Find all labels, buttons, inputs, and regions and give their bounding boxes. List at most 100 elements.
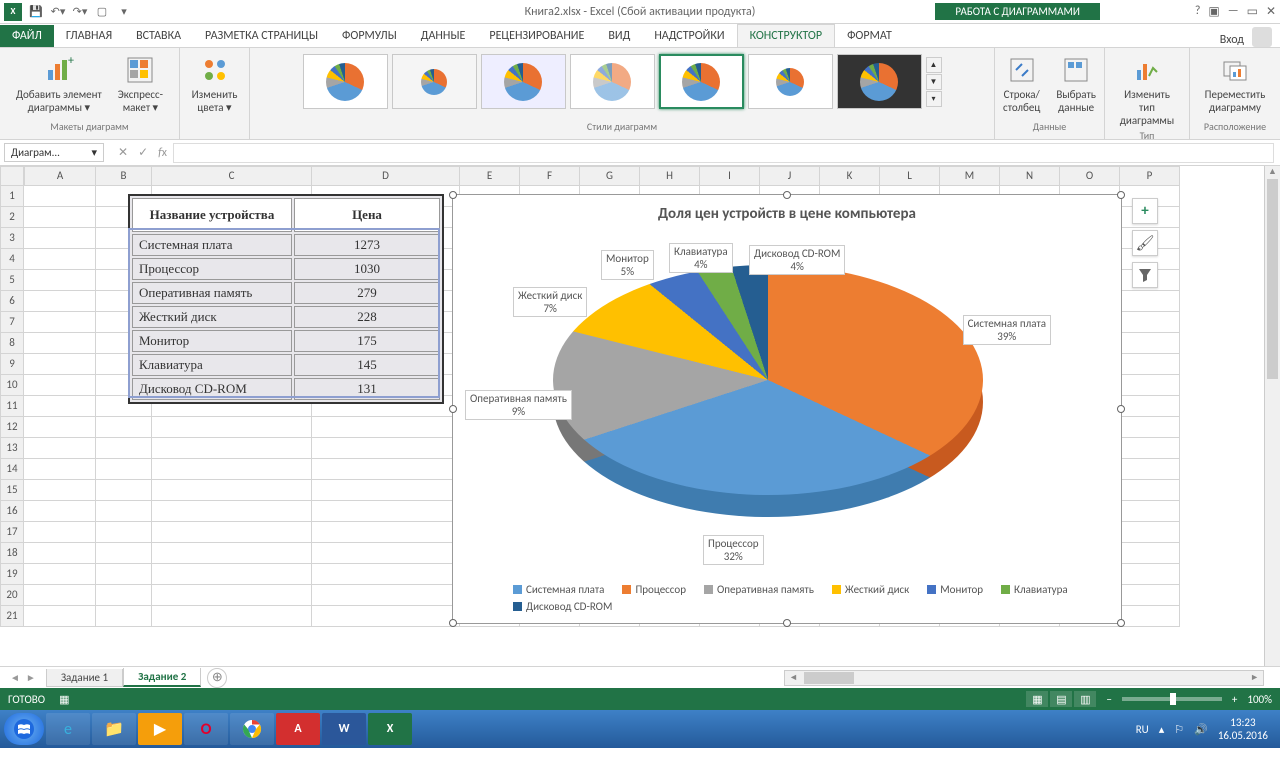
row-header[interactable]: 6 bbox=[0, 291, 24, 312]
chevron-down-icon[interactable]: ▾ bbox=[91, 146, 97, 159]
column-header[interactable]: M bbox=[940, 166, 1000, 186]
tab-formulas[interactable]: ФОРМУЛЫ bbox=[330, 25, 409, 47]
column-header[interactable]: I bbox=[700, 166, 760, 186]
resize-handle[interactable] bbox=[449, 619, 457, 627]
data-label[interactable]: Дисковод CD-ROM4% bbox=[749, 245, 845, 275]
cancel-formula-icon[interactable]: ✕ bbox=[118, 145, 128, 160]
view-page-break-button[interactable]: ▥ bbox=[1074, 691, 1096, 707]
redo-icon[interactable]: ↷▾ bbox=[72, 4, 88, 20]
legend-item[interactable]: Системная плата bbox=[513, 583, 604, 596]
zoom-slider[interactable] bbox=[1122, 697, 1222, 701]
chart-filter-button[interactable] bbox=[1132, 262, 1158, 288]
accept-formula-icon[interactable]: ✓ bbox=[138, 145, 148, 160]
quick-layout-button[interactable]: Экспресс- макет ▾ bbox=[114, 52, 167, 116]
ribbon-options-icon[interactable]: ▣ bbox=[1208, 4, 1219, 19]
row-header[interactable]: 7 bbox=[0, 312, 24, 333]
new-icon[interactable]: ▢ bbox=[94, 4, 110, 20]
column-header[interactable]: P bbox=[1120, 166, 1180, 186]
column-header[interactable]: D bbox=[312, 166, 460, 186]
table-row[interactable]: Монитор175 bbox=[132, 330, 440, 352]
start-button[interactable] bbox=[4, 713, 44, 745]
qat-dropdown-icon[interactable]: ▾ bbox=[116, 4, 132, 20]
add-sheet-button[interactable]: ⊕ bbox=[207, 668, 227, 688]
switch-row-column-button[interactable]: Строка/ столбец bbox=[999, 52, 1044, 116]
legend-item[interactable]: Жесткий диск bbox=[832, 583, 909, 596]
resize-handle[interactable] bbox=[1117, 191, 1125, 199]
name-box[interactable]: Диаграм...▾ bbox=[4, 143, 104, 162]
tab-insert[interactable]: ВСТАВКА bbox=[124, 25, 193, 47]
sheet-tab-2[interactable]: Задание 2 bbox=[123, 668, 201, 687]
column-header[interactable]: B bbox=[96, 166, 152, 186]
horizontal-scrollbar[interactable]: ◄► bbox=[784, 670, 1264, 686]
row-header[interactable]: 3 bbox=[0, 228, 24, 249]
legend-item[interactable]: Процессор bbox=[622, 583, 686, 596]
column-header[interactable]: L bbox=[880, 166, 940, 186]
tab-home[interactable]: ГЛАВНАЯ bbox=[54, 25, 124, 47]
worksheet-grid[interactable]: ABCDEFGHIJKLMNOP 12345678910111213141516… bbox=[0, 166, 1280, 666]
zoom-level[interactable]: 100% bbox=[1247, 693, 1272, 706]
row-header[interactable]: 19 bbox=[0, 564, 24, 585]
data-label[interactable]: Системная плата39% bbox=[963, 315, 1051, 345]
legend-item[interactable]: Клавиатура bbox=[1001, 583, 1068, 596]
resize-handle[interactable] bbox=[783, 619, 791, 627]
taskbar-word[interactable]: W bbox=[322, 713, 366, 745]
pie-chart[interactable] bbox=[553, 265, 983, 535]
column-header[interactable]: H bbox=[640, 166, 700, 186]
vertical-scrollbar[interactable]: ▲ bbox=[1264, 166, 1280, 666]
taskbar-acrobat[interactable]: A bbox=[276, 713, 320, 745]
chart-style-6[interactable] bbox=[748, 54, 833, 109]
tray-volume-icon[interactable]: 🔊 bbox=[1194, 723, 1208, 736]
zoom-out-button[interactable]: − bbox=[1106, 693, 1111, 706]
row-header[interactable]: 12 bbox=[0, 417, 24, 438]
legend-item[interactable]: Дисковод CD-ROM bbox=[513, 600, 612, 613]
column-header[interactable]: G bbox=[580, 166, 640, 186]
data-label[interactable]: Процессор32% bbox=[703, 535, 764, 565]
scrollbar-thumb[interactable] bbox=[1267, 179, 1278, 379]
tab-addins[interactable]: НАДСТРОЙКИ bbox=[642, 25, 736, 47]
taskbar-opera[interactable]: O bbox=[184, 713, 228, 745]
add-chart-element-button[interactable]: + Добавить элемент диаграммы ▾ bbox=[12, 52, 106, 116]
data-table[interactable]: Название устройстваЦена Системная плата1… bbox=[128, 194, 444, 404]
column-header[interactable]: A bbox=[24, 166, 96, 186]
resize-handle[interactable] bbox=[783, 191, 791, 199]
chart-style-1[interactable] bbox=[303, 54, 388, 109]
maximize-icon[interactable]: ▭ bbox=[1247, 4, 1258, 19]
taskbar-explorer[interactable]: 📁 bbox=[92, 713, 136, 745]
change-chart-type-button[interactable]: Изменить тип диаграммы bbox=[1113, 52, 1181, 129]
tab-data[interactable]: ДАННЫЕ bbox=[409, 25, 478, 47]
row-header[interactable]: 10 bbox=[0, 375, 24, 396]
row-header[interactable]: 21 bbox=[0, 606, 24, 627]
column-header[interactable]: J bbox=[760, 166, 820, 186]
formula-input[interactable] bbox=[173, 143, 1274, 163]
row-header[interactable]: 13 bbox=[0, 438, 24, 459]
styles-scroll-up[interactable]: ▲ bbox=[926, 57, 942, 73]
macro-record-icon[interactable]: ▦ bbox=[59, 693, 69, 706]
row-header[interactable]: 1 bbox=[0, 186, 24, 207]
table-row[interactable]: Дисковод CD-ROM131 bbox=[132, 378, 440, 400]
chart-style-2[interactable] bbox=[392, 54, 477, 109]
tab-review[interactable]: РЕЦЕНЗИРОВАНИЕ bbox=[477, 25, 596, 47]
tray-expand-icon[interactable]: ▴ bbox=[1159, 723, 1165, 736]
chart-style-4[interactable] bbox=[570, 54, 655, 109]
column-header[interactable]: C bbox=[152, 166, 312, 186]
scrollbar-thumb[interactable] bbox=[804, 672, 854, 684]
data-label[interactable]: Жесткий диск7% bbox=[513, 287, 587, 317]
row-header[interactable]: 18 bbox=[0, 543, 24, 564]
row-header[interactable]: 4 bbox=[0, 249, 24, 270]
row-header[interactable]: 15 bbox=[0, 480, 24, 501]
taskbar-chrome[interactable] bbox=[230, 713, 274, 745]
fx-icon[interactable]: fx bbox=[158, 146, 167, 160]
undo-icon[interactable]: ↶▾ bbox=[50, 4, 66, 20]
column-header[interactable]: O bbox=[1060, 166, 1120, 186]
resize-handle[interactable] bbox=[1117, 619, 1125, 627]
zoom-in-button[interactable]: + bbox=[1232, 693, 1237, 706]
row-header[interactable]: 14 bbox=[0, 459, 24, 480]
row-header[interactable]: 5 bbox=[0, 270, 24, 291]
tab-page-layout[interactable]: РАЗМЕТКА СТРАНИЦЫ bbox=[193, 25, 330, 47]
select-data-button[interactable]: Выбрать данные bbox=[1052, 52, 1100, 116]
resize-handle[interactable] bbox=[449, 405, 457, 413]
column-header[interactable]: N bbox=[1000, 166, 1060, 186]
select-all-corner[interactable] bbox=[0, 166, 24, 186]
help-icon[interactable]: ? bbox=[1195, 4, 1201, 19]
save-icon[interactable]: 💾 bbox=[28, 4, 44, 20]
